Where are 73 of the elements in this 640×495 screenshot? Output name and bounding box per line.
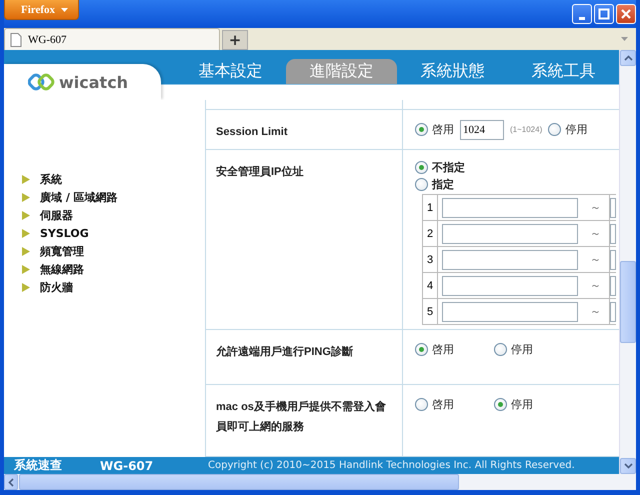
range-separator: ～ <box>590 202 602 214</box>
sidebar-item[interactable]: 系統 <box>40 172 62 186</box>
maximize-icon <box>598 8 610 20</box>
sidebar-item[interactable]: 頻寬管理 <box>40 244 84 258</box>
scroll-down-icon[interactable] <box>624 463 632 469</box>
close-button[interactable] <box>616 4 636 24</box>
nav-tab[interactable]: 系統狀態 <box>397 59 508 84</box>
radio-button[interactable] <box>415 178 428 191</box>
logo-text: wicatch <box>59 72 128 92</box>
radio-label[interactable]: 不指定 <box>432 160 465 175</box>
radio-button[interactable] <box>494 343 507 356</box>
ip-start-field[interactable] <box>442 198 578 218</box>
range-separator: ～ <box>590 280 602 292</box>
ip-start-field[interactable] <box>442 276 578 296</box>
range-separator: ～ <box>590 306 602 318</box>
radio-label[interactable]: 指定 <box>432 177 454 192</box>
horizontal-scrollbar[interactable] <box>4 474 636 490</box>
sidebar-item[interactable]: 防火牆 <box>40 280 73 294</box>
setting-label: Session Limit <box>205 110 402 150</box>
range-separator: ～ <box>590 254 602 266</box>
footer-title: 系統速查 <box>13 457 63 474</box>
sidebar-item[interactable]: 廣域 / 區域網路 <box>40 190 118 204</box>
radio-label[interactable]: 啓用 <box>432 122 454 137</box>
scroll-up-icon[interactable] <box>624 55 632 61</box>
setting-label: 安全管理員IP位址 <box>205 150 402 330</box>
browser-tab[interactable]: WG-607 <box>4 28 220 50</box>
caret-icon <box>61 8 68 12</box>
ip-end-field[interactable] <box>610 250 616 270</box>
sidebar-item[interactable]: 伺服器 <box>40 208 73 222</box>
radio-label[interactable]: 停用 <box>565 122 588 137</box>
radio-label[interactable]: 啓用 <box>432 342 454 357</box>
page-icon <box>10 32 22 46</box>
close-icon <box>620 8 632 20</box>
range-hint: (1~1024) <box>510 125 542 134</box>
model-name: WG-607 <box>100 458 154 472</box>
row-number: 5 <box>422 298 438 324</box>
radio-button[interactable] <box>415 398 428 411</box>
ip-end-field[interactable] <box>610 198 616 218</box>
row-number: 2 <box>422 220 438 246</box>
scroll-left-icon[interactable] <box>8 478 14 486</box>
tab-list-icon[interactable] <box>621 37 628 41</box>
nav-tab[interactable]: 基本設定 <box>175 59 286 84</box>
radio-button[interactable] <box>494 398 507 411</box>
row-number: 4 <box>422 272 438 298</box>
input-field[interactable]: 1024 <box>460 120 504 140</box>
new-tab-button[interactable]: + <box>222 30 248 50</box>
ip-end-field[interactable] <box>610 224 616 244</box>
radio-label[interactable]: 停用 <box>511 397 533 412</box>
ip-end-field[interactable] <box>610 302 616 322</box>
minimize-button[interactable] <box>572 4 592 24</box>
range-separator: ～ <box>590 228 602 240</box>
radio-button[interactable] <box>548 123 562 136</box>
row-number: 1 <box>422 194 438 220</box>
radio-label[interactable]: 啓用 <box>432 397 454 412</box>
radio-label[interactable]: 停用 <box>511 342 533 357</box>
radio-button[interactable] <box>415 123 428 136</box>
setting-label: 允許遠端用戶進行PING診斷 <box>205 330 402 385</box>
row-number: 3 <box>422 246 438 272</box>
radio-button[interactable] <box>415 161 428 174</box>
sidebar-item[interactable]: 無線網路 <box>40 262 84 276</box>
maximize-button[interactable] <box>594 4 614 24</box>
ip-start-field[interactable] <box>442 302 578 322</box>
radio-button[interactable] <box>415 343 428 356</box>
scroll-thumb[interactable] <box>19 474 459 490</box>
copyright-text: Copyright (c) 2010~2015 Handlink Technologies Inc. All Rights Reserved. <box>208 460 575 471</box>
ip-end-field[interactable] <box>610 276 616 296</box>
sidebar-item[interactable]: SYSLOG <box>40 226 89 240</box>
scroll-thumb[interactable] <box>620 261 636 343</box>
minimize-icon <box>579 16 585 20</box>
vertical-scrollbar[interactable] <box>619 50 636 474</box>
nav-tab[interactable]: 系統工具 <box>508 59 619 84</box>
ip-start-field[interactable] <box>442 250 578 270</box>
ip-start-field[interactable] <box>442 224 578 244</box>
